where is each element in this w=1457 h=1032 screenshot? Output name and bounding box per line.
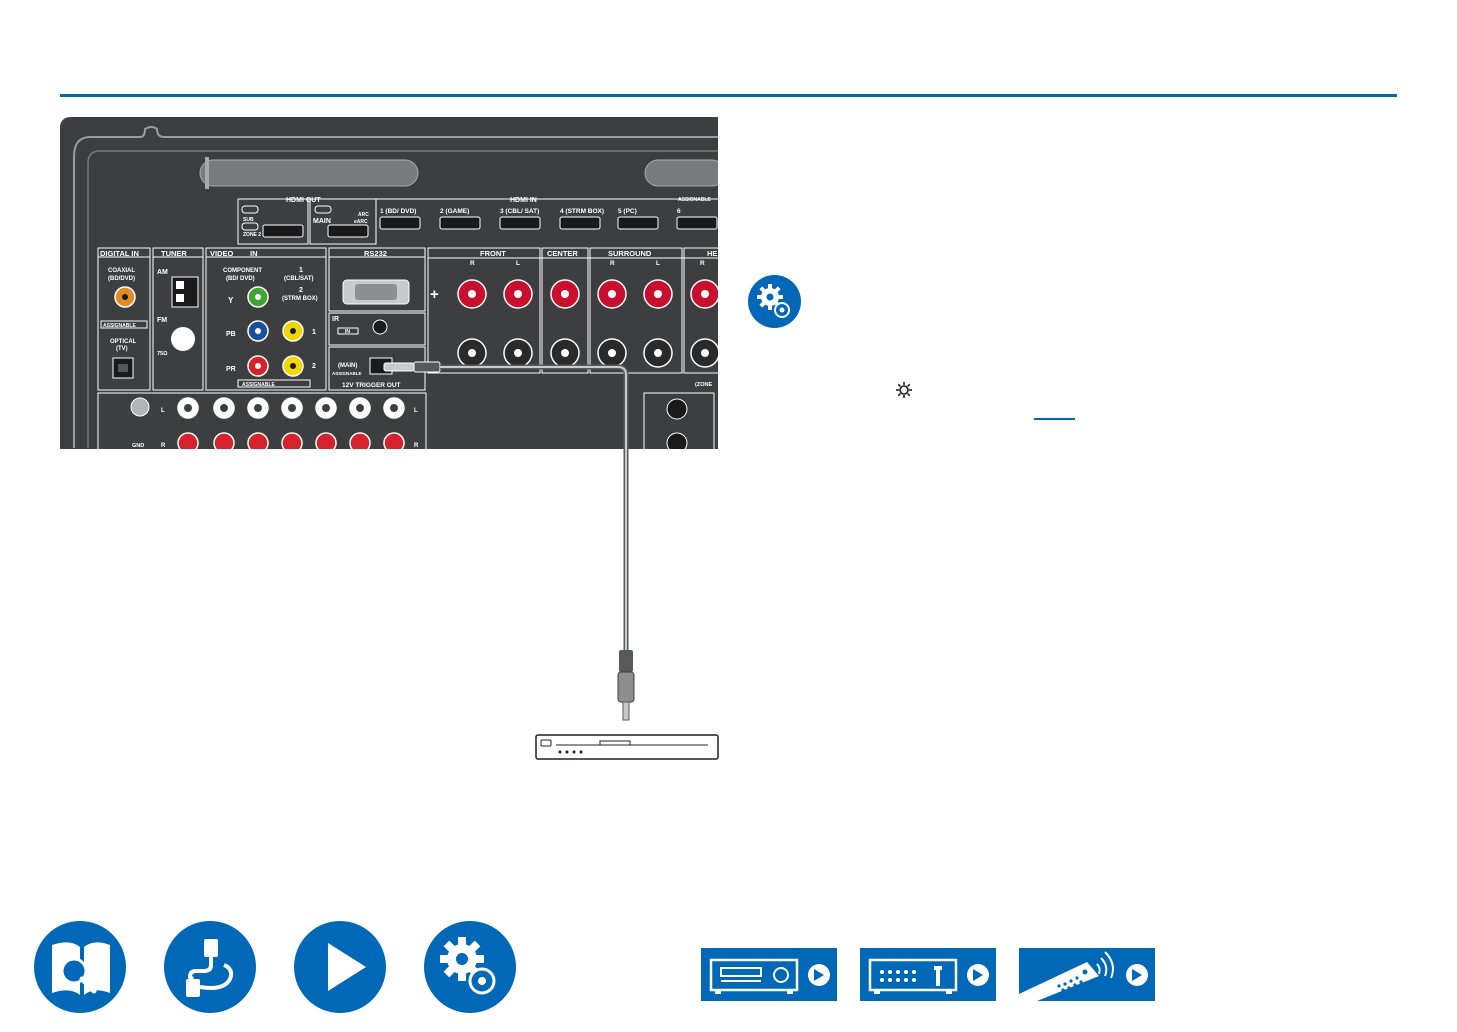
rear-panel-icon <box>868 958 989 994</box>
remote-control-nav-button[interactable] <box>1019 948 1155 1001</box>
contents-nav-button[interactable] <box>34 921 126 1013</box>
front-panel-nav-button[interactable] <box>701 948 837 1001</box>
remote-control-icon <box>1019 951 1148 1001</box>
rear-panel-nav-button[interactable] <box>860 948 996 1001</box>
page-reference-link[interactable] <box>1034 418 1075 420</box>
playback-icon <box>328 943 366 991</box>
connections-nav-button[interactable] <box>164 921 256 1013</box>
connections-cable-icon <box>186 939 234 997</box>
inline-setup-icon <box>896 382 912 398</box>
setup-gear-icon <box>748 275 801 328</box>
contents-book-icon <box>52 942 110 995</box>
trigger-cable <box>440 364 719 760</box>
setup-gear-nav-icon <box>440 937 496 995</box>
playback-nav-button[interactable] <box>294 921 386 1013</box>
setup-nav-button[interactable] <box>424 921 516 1013</box>
front-panel-icon <box>709 958 830 994</box>
